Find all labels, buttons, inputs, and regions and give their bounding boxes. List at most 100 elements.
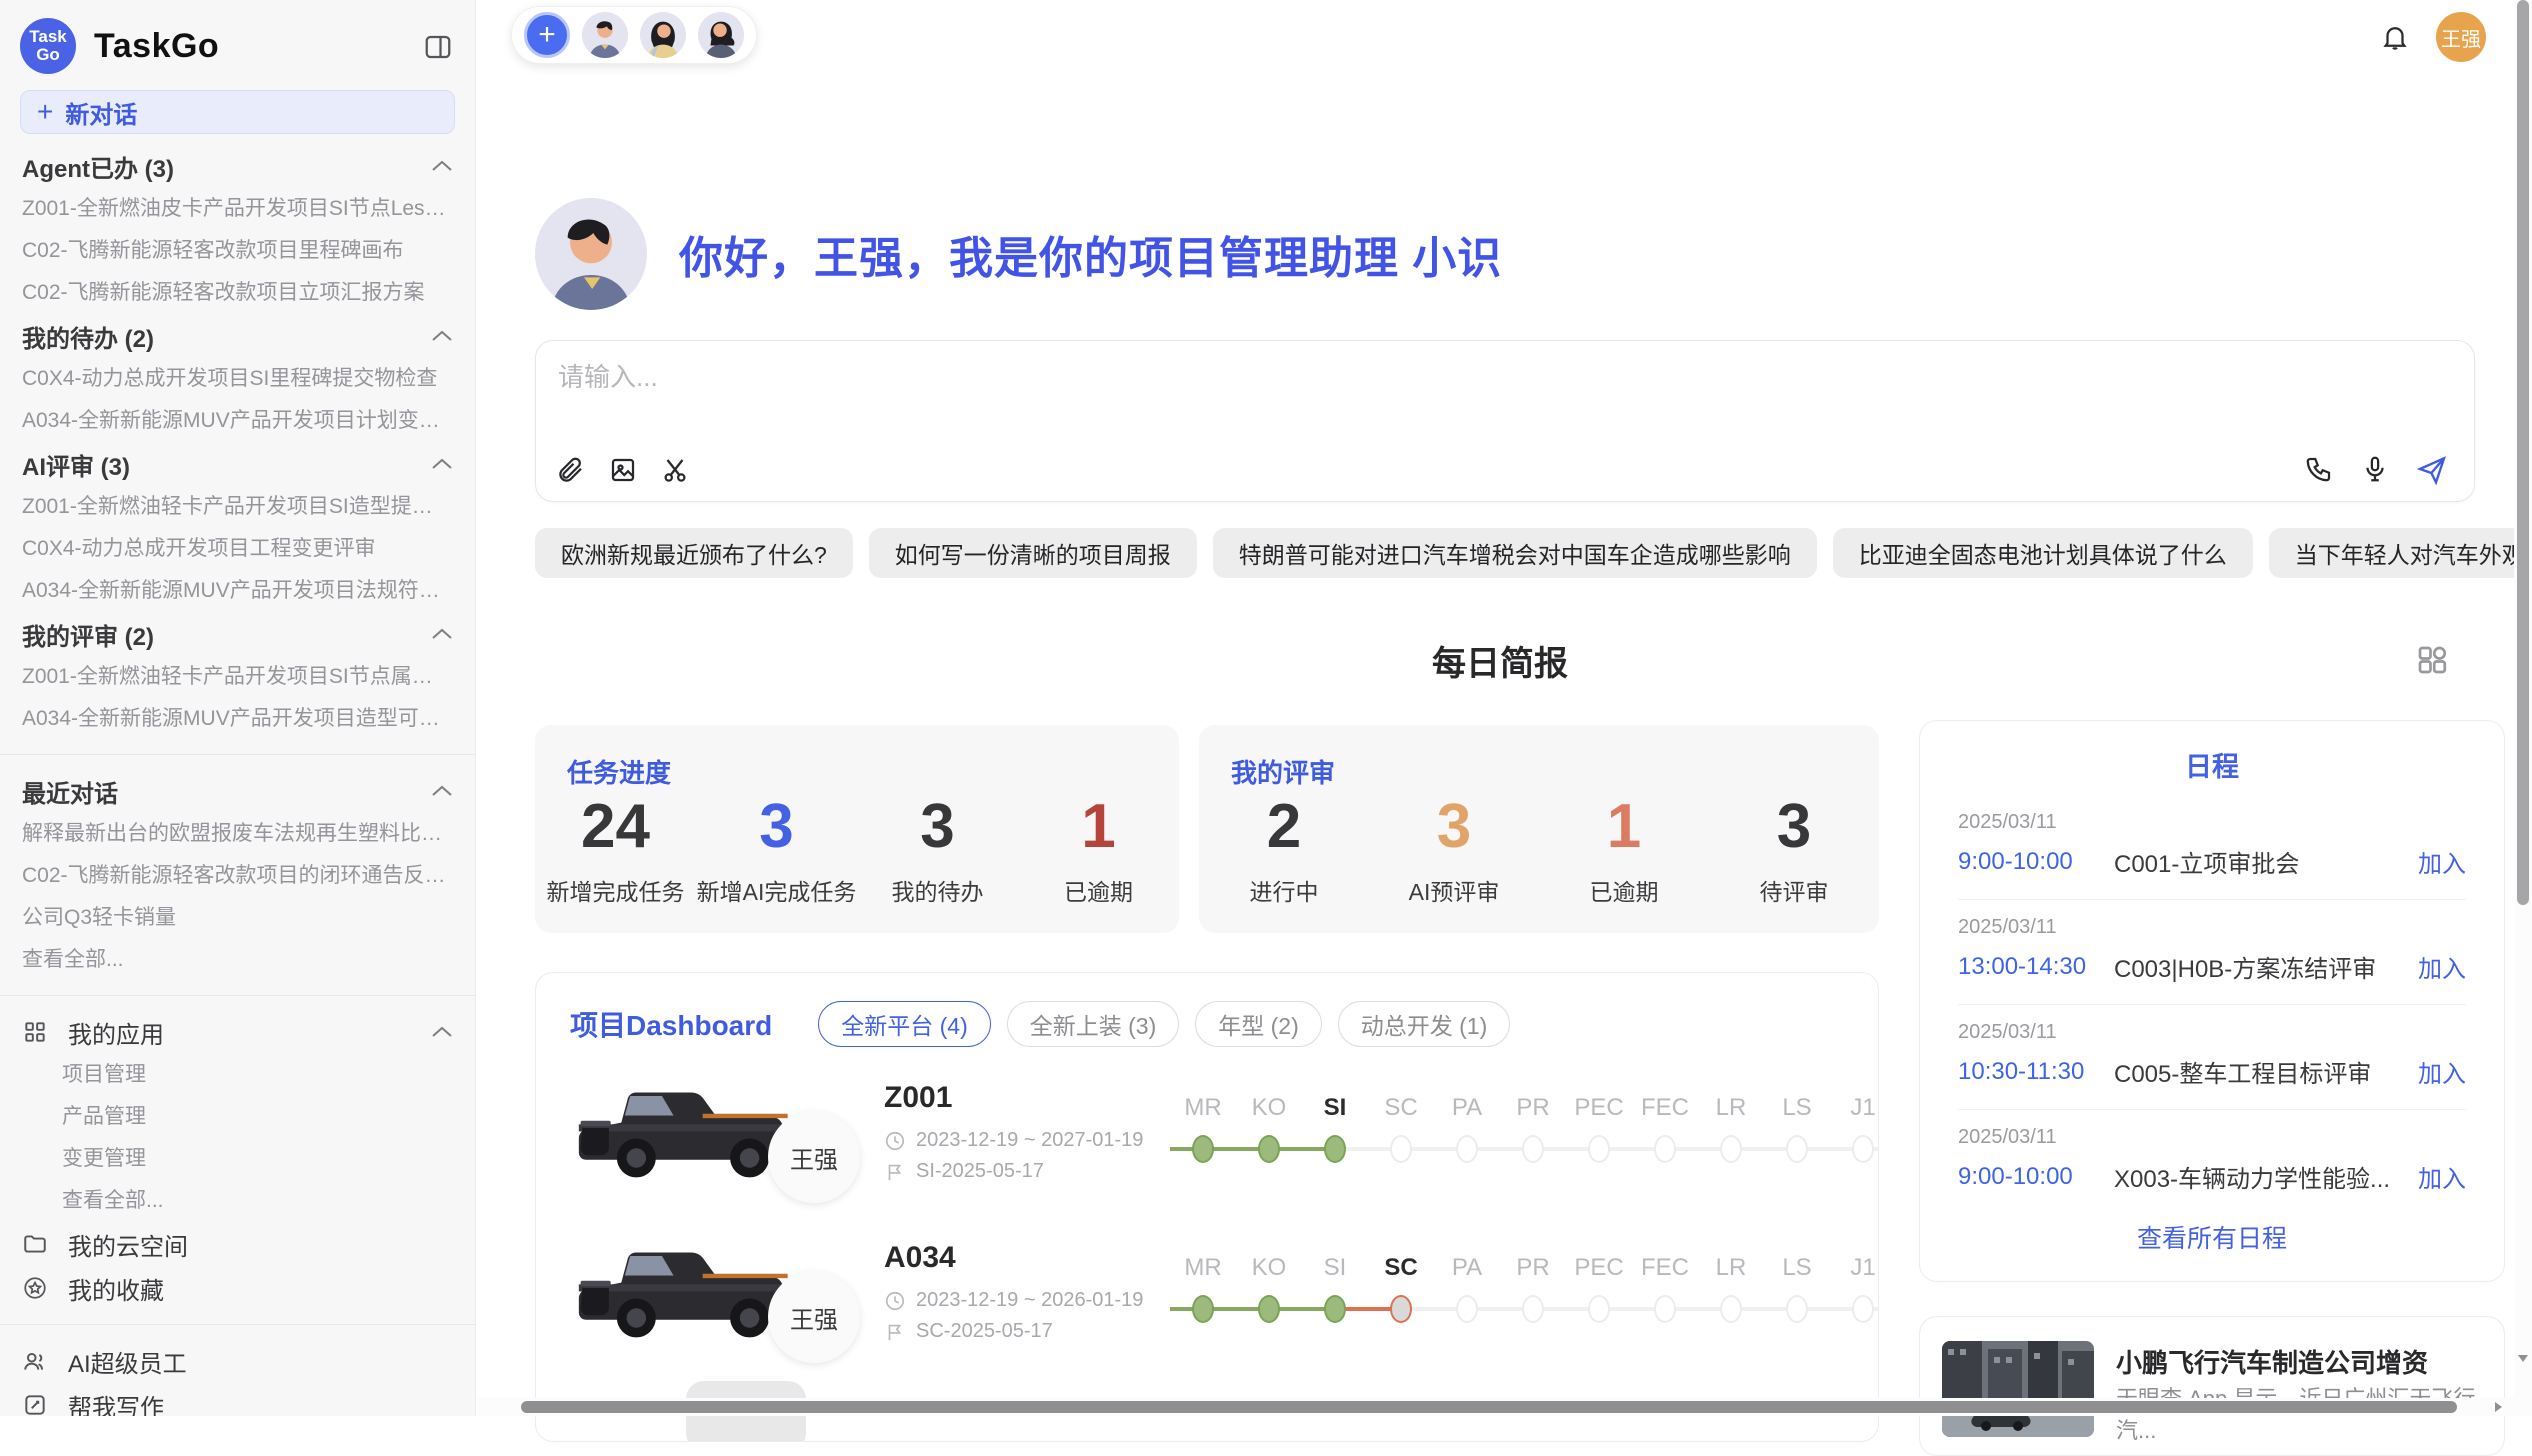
image-icon[interactable] — [608, 455, 638, 485]
list-item[interactable]: Z001-全新燃油皮卡产品开发项目SI节点Lesson Learn报告 — [0, 188, 475, 230]
project-flag-date: SC-2025-05-17 — [884, 1320, 1164, 1343]
suggestion-chip[interactable]: 比亚迪全固态电池计划具体说了什么 — [1833, 528, 2253, 578]
milestone: PR — [1500, 1254, 1566, 1330]
list-item[interactable]: Z001-全新燃油轻卡产品开发项目SI节点属性5D文件评审 — [0, 656, 475, 698]
section-header-ai-review[interactable]: AI评审 (3) — [0, 442, 475, 486]
event-time: 9:00-10:00 — [1958, 1163, 2114, 1191]
join-link[interactable]: 加入 — [2418, 1159, 2466, 1194]
sidebar-item-my-apps[interactable]: 我的应用 — [0, 1010, 475, 1054]
list-item[interactable]: C02-飞腾新能源轻客改款项目的闭环通告反馈情况 — [0, 855, 475, 897]
clock-icon — [884, 1130, 906, 1152]
apps-grid-icon — [22, 1019, 48, 1045]
flag-icon — [884, 1161, 906, 1183]
suggestion-chip[interactable]: 特朗普可能对进口汽车增税会对中国车企造成哪些影响 — [1213, 528, 1817, 578]
dashboard-tabs: 全新平台 (4) 全新上装 (3) 年型 (2) 动总开发 (1) — [818, 1001, 1510, 1047]
milestone-node — [1192, 1295, 1214, 1323]
tab-year-model[interactable]: 年型 (2) — [1195, 1001, 1322, 1047]
sidebar-item-favorites[interactable]: 我的收藏 — [0, 1266, 475, 1310]
milestone-label: LS — [1764, 1094, 1830, 1128]
suggestion-chip[interactable]: 如何写一份清晰的项目周报 — [869, 528, 1197, 578]
card-title: 任务进度 — [567, 753, 671, 790]
milestone-label: PR — [1500, 1254, 1566, 1288]
event-date: 2025/03/11 — [1958, 916, 2466, 939]
chevron-up-icon — [431, 159, 453, 173]
app-item-change-mgmt[interactable]: 变更管理 — [0, 1138, 475, 1180]
sidebar-item-cloud-space[interactable]: 我的云空间 — [0, 1222, 475, 1266]
news-card[interactable]: 小鹏飞行汽车制造公司增资 天眼查 App 显示，近日广州汇天飞行汽... — [1919, 1316, 2505, 1456]
user-avatar[interactable]: 王强 — [2436, 12, 2486, 62]
view-all-schedule-link[interactable]: 查看所有日程 — [1920, 1219, 2504, 1255]
section-header-my-todo[interactable]: 我的待办 (2) — [0, 314, 475, 358]
milestone-label: MR — [1170, 1254, 1236, 1288]
suggestion-chip[interactable]: 欧洲新规最近颁布了什么? — [535, 528, 853, 578]
milestone: MR — [1170, 1094, 1236, 1170]
milestone: J1 — [1830, 1254, 1879, 1330]
scroll-down-arrow-icon[interactable] — [2517, 1352, 2529, 1364]
horizontal-scrollbar[interactable] — [477, 1398, 2514, 1416]
milestone-label: SC — [1368, 1094, 1434, 1128]
send-icon[interactable] — [2416, 453, 2448, 485]
sidebar: Task Go TaskGo + 新对话 Agent已办 (3) Z001-全新… — [0, 0, 476, 1416]
attachment-icon[interactable] — [556, 455, 586, 485]
project-vehicle-image: 王强 — [570, 1227, 820, 1357]
join-link[interactable]: 加入 — [2418, 844, 2466, 879]
project-row[interactable]: 王强 A034 2023-12-19 ~ 2026-01-19 SC-2025-… — [570, 1217, 1858, 1367]
section-header-my-review[interactable]: 我的评审 (2) — [0, 612, 475, 656]
project-row[interactable]: 王强 Z001 2023-12-19 ~ 2027-01-19 SI-2025-… — [570, 1057, 1858, 1207]
project-dates: 2023-12-19 ~ 2027-01-19 — [884, 1129, 1164, 1152]
milestone-label: PEC — [1566, 1094, 1632, 1128]
daily-briefing-title: 每日简报 — [535, 636, 2465, 685]
agent-avatar-1[interactable] — [582, 12, 628, 58]
notification-bell-icon[interactable] — [2380, 22, 2410, 52]
list-item[interactable]: C0X4-动力总成开发项目SI里程碑提交物检查 — [0, 358, 475, 400]
list-item[interactable]: Z001-全新燃油轻卡产品开发项目SI造型提交物评审 — [0, 486, 475, 528]
milestone-label: J1 — [1830, 1254, 1879, 1288]
stat-pending-review: 3 待评审 — [1709, 791, 1879, 907]
list-item[interactable]: 公司Q3轻卡销量 — [0, 897, 475, 939]
horizontal-scrollbar-thumb[interactable] — [521, 1401, 2457, 1413]
schedule-event: 2025/03/11 9:00-10:00 X003-车辆动力学性能验... 加… — [1958, 1110, 2466, 1214]
layout-grid-icon[interactable] — [2414, 642, 2450, 678]
milestone-node — [1456, 1135, 1478, 1163]
microphone-icon[interactable] — [2360, 454, 2390, 484]
new-chat-button[interactable]: + 新对话 — [20, 90, 455, 134]
phone-icon[interactable] — [2304, 454, 2334, 484]
suggestion-chip[interactable]: 当下年轻人对汽车外观有怎样的喜好趋势 — [2269, 528, 2532, 578]
vertical-scrollbar-thumb[interactable] — [2517, 0, 2529, 905]
tab-new-body[interactable]: 全新上装 (3) — [1007, 1001, 1180, 1047]
app-item-project-mgmt[interactable]: 项目管理 — [0, 1054, 475, 1096]
list-item[interactable]: A034-全新新能源MUV产品开发项目计划变更表编写 — [0, 400, 475, 442]
agent-avatar-2[interactable] — [640, 12, 686, 58]
view-all-apps-link[interactable]: 查看全部... — [0, 1180, 475, 1222]
add-agent-button[interactable]: + — [524, 12, 570, 58]
scroll-right-arrow-icon[interactable] — [2492, 1401, 2504, 1413]
sidebar-item-ai-employee[interactable]: AI超级员工 — [0, 1339, 475, 1383]
section-header-agent-done[interactable]: Agent已办 (3) — [0, 144, 475, 188]
vertical-scrollbar[interactable] — [2514, 0, 2532, 1416]
milestone: LR — [1698, 1094, 1764, 1170]
view-all-chats-link[interactable]: 查看全部... — [0, 939, 475, 981]
star-badge-icon — [22, 1275, 48, 1301]
milestone-node — [1522, 1135, 1544, 1163]
milestone-node — [1786, 1295, 1808, 1323]
tab-powertrain[interactable]: 动总开发 (1) — [1338, 1001, 1511, 1047]
sidebar-item-help-write[interactable]: 帮我写作 — [0, 1383, 475, 1416]
list-item[interactable]: 解释最新出台的欧盟报废车法规再生塑料比例被调至15%... — [0, 813, 475, 855]
list-item[interactable]: C02-飞腾新能源轻客改款项目里程碑画布 — [0, 230, 475, 272]
list-item[interactable]: A034-全新新能源MUV产品开发项目造型可行性评审 — [0, 698, 475, 740]
event-time: 13:00-14:30 — [1958, 953, 2114, 981]
app-item-product-mgmt[interactable]: 产品管理 — [0, 1096, 475, 1138]
join-link[interactable]: 加入 — [2418, 949, 2466, 984]
scissors-icon[interactable] — [660, 455, 690, 485]
join-link[interactable]: 加入 — [2418, 1054, 2466, 1089]
agent-avatar-3[interactable] — [698, 12, 744, 58]
list-item[interactable]: A034-全新新能源MUV产品开发项目法规符合性评审 — [0, 570, 475, 612]
plus-icon: + — [37, 96, 53, 128]
chat-input[interactable] — [558, 357, 2158, 437]
list-item[interactable]: C0X4-动力总成开发项目工程变更评审 — [0, 528, 475, 570]
list-item[interactable]: C02-飞腾新能源轻客改款项目立项汇报方案 — [0, 272, 475, 314]
tab-new-platform[interactable]: 全新平台 (4) — [818, 1001, 991, 1047]
section-header-recent-chats[interactable]: 最近对话 — [0, 769, 475, 813]
sidebar-collapse-icon[interactable] — [423, 32, 453, 62]
milestone: PEC — [1566, 1094, 1632, 1170]
